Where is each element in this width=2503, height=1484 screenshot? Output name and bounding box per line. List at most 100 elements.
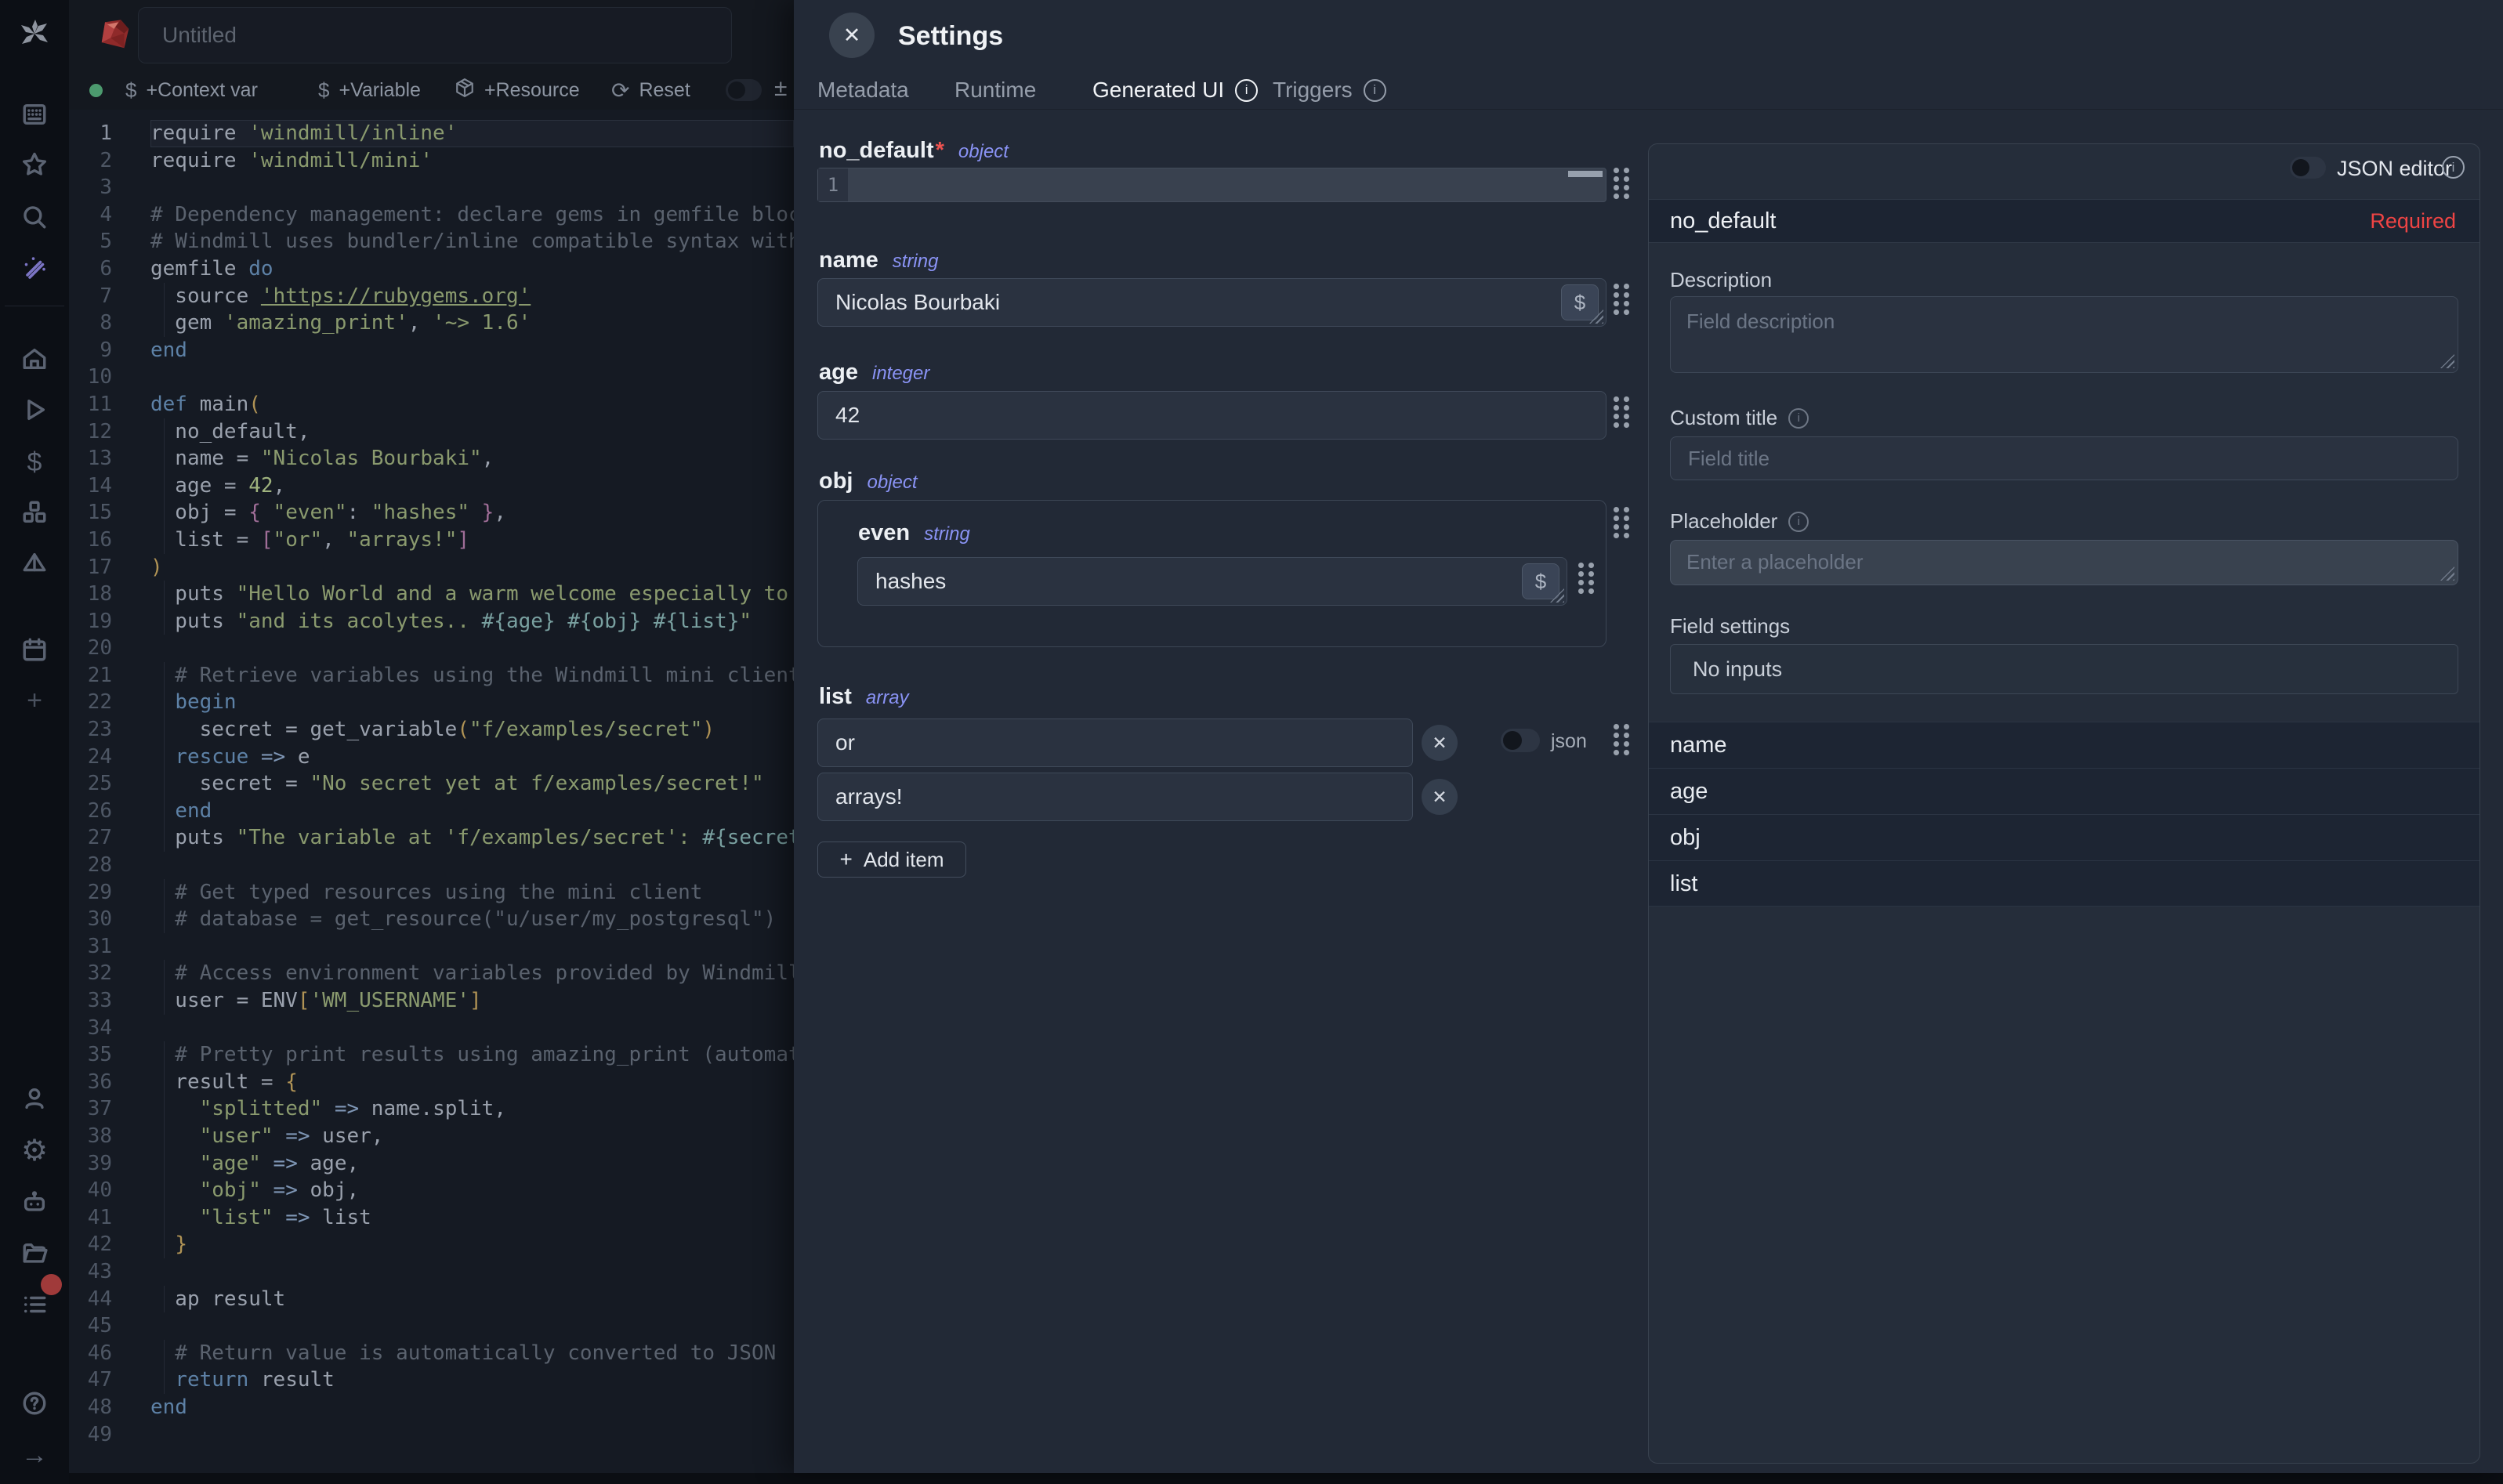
json-editor-toggle[interactable] bbox=[2290, 157, 2326, 179]
info-icon[interactable]: i bbox=[1788, 408, 1809, 429]
diff-toggle-button[interactable]: ± bbox=[774, 75, 787, 102]
play-icon[interactable] bbox=[0, 396, 69, 423]
code-line[interactable]: 36 result = { bbox=[69, 1069, 794, 1096]
add-resource-button[interactable]: +Resource bbox=[455, 71, 580, 110]
code-line[interactable]: 41 "list" => list bbox=[69, 1204, 794, 1232]
tab-metadata[interactable]: Metadata bbox=[817, 71, 909, 110]
add-variable-button[interactable]: $ +Variable bbox=[318, 71, 421, 110]
code-line[interactable]: 3 bbox=[69, 174, 794, 201]
code-editor[interactable]: 1require 'windmill/inline'2require 'wind… bbox=[69, 110, 794, 1473]
code-line[interactable]: 16 list = ["or", "arrays!"] bbox=[69, 527, 794, 554]
code-line[interactable]: 29 # Get typed resources using the mini … bbox=[69, 879, 794, 907]
code-line[interactable]: 2require 'windmill/mini' bbox=[69, 147, 794, 175]
code-line[interactable]: 8 gem 'amazing_print', '~> 1.6' bbox=[69, 309, 794, 337]
expand-arrow-icon[interactable]: → bbox=[0, 1442, 69, 1468]
schema-row-name[interactable]: name bbox=[1649, 722, 2479, 768]
code-line[interactable]: 33 user = ENV['WM_USERNAME'] bbox=[69, 987, 794, 1015]
calendar-icon[interactable] bbox=[0, 636, 69, 663]
apps-icon[interactable] bbox=[0, 101, 69, 128]
selected-field-header[interactable]: no_default Required bbox=[1649, 199, 2479, 243]
plus-icon[interactable]: + bbox=[0, 687, 69, 714]
schema-row-age[interactable]: age bbox=[1649, 768, 2479, 814]
pyramid-icon[interactable] bbox=[0, 550, 69, 577]
code-line[interactable]: 21 # Retrieve variables using the Windmi… bbox=[69, 662, 794, 690]
drag-handle-icon[interactable] bbox=[1611, 722, 1630, 757]
code-line[interactable]: 10 bbox=[69, 364, 794, 391]
code-line[interactable]: 39 "age" => age, bbox=[69, 1150, 794, 1178]
schema-row-list[interactable]: list bbox=[1649, 860, 2479, 907]
code-line[interactable]: 48end bbox=[69, 1394, 794, 1421]
code-line[interactable]: 17) bbox=[69, 554, 794, 581]
code-line[interactable]: 44 ap result bbox=[69, 1286, 794, 1313]
windmill-logo[interactable] bbox=[0, 18, 69, 49]
tab-triggers[interactable]: Triggersi bbox=[1273, 71, 1386, 110]
code-line[interactable]: 9end bbox=[69, 337, 794, 364]
drag-handle-icon[interactable] bbox=[1576, 561, 1595, 595]
name-field[interactable] bbox=[817, 278, 1606, 327]
schema-row-obj[interactable]: obj bbox=[1649, 814, 2479, 860]
home-icon[interactable] bbox=[0, 346, 69, 372]
list-item-field[interactable] bbox=[817, 718, 1413, 767]
insert-variable-button[interactable]: $ bbox=[1522, 563, 1559, 599]
insert-variable-button[interactable]: $ bbox=[1561, 284, 1599, 320]
code-line[interactable]: 43 bbox=[69, 1258, 794, 1286]
even-field[interactable] bbox=[857, 557, 1567, 606]
code-line[interactable]: 27 puts "The variable at 'f/examples/sec… bbox=[69, 824, 794, 852]
code-line[interactable]: 30 # database = get_resource("u/user/my_… bbox=[69, 906, 794, 933]
code-line[interactable]: 37 "splitted" => name.split, bbox=[69, 1095, 794, 1123]
info-icon[interactable]: i bbox=[2442, 156, 2465, 179]
gear-icon[interactable]: ⚙ bbox=[0, 1136, 69, 1166]
code-line[interactable]: 23 secret = get_variable("f/examples/sec… bbox=[69, 716, 794, 744]
drag-handle-icon[interactable] bbox=[1611, 166, 1630, 201]
code-line[interactable]: 18 puts "Hello World and a warm welcome … bbox=[69, 581, 794, 608]
json-toggle[interactable] bbox=[1501, 729, 1540, 752]
code-line[interactable]: 20 bbox=[69, 635, 794, 662]
code-line[interactable]: 40 "obj" => obj, bbox=[69, 1177, 794, 1204]
code-line[interactable]: 34 bbox=[69, 1015, 794, 1042]
code-line[interactable]: 7 source 'https://rubygems.org' bbox=[69, 283, 794, 310]
code-line[interactable]: 42 } bbox=[69, 1231, 794, 1258]
age-field[interactable] bbox=[817, 391, 1606, 440]
code-line[interactable]: 14 age = 42, bbox=[69, 472, 794, 500]
toolbar-toggle[interactable] bbox=[726, 79, 762, 101]
code-line[interactable]: 5# Windmill uses bundler/inline compatib… bbox=[69, 228, 794, 255]
code-line[interactable]: 1require 'windmill/inline' bbox=[69, 120, 794, 147]
code-line[interactable]: 32 # Access environment variables provid… bbox=[69, 960, 794, 987]
code-line[interactable]: 12 no_default, bbox=[69, 418, 794, 446]
code-line[interactable]: 26 end bbox=[69, 798, 794, 825]
code-line[interactable]: 35 # Pretty print results using amazing_… bbox=[69, 1041, 794, 1069]
add-context-var-button[interactable]: $ +Context var bbox=[125, 71, 258, 110]
description-textarea[interactable] bbox=[1670, 296, 2458, 373]
mini-scrollbar[interactable] bbox=[1568, 171, 1603, 177]
add-item-button[interactable]: + Add item bbox=[817, 842, 966, 878]
remove-item-icon[interactable]: ✕ bbox=[1422, 779, 1458, 815]
user-icon[interactable] bbox=[0, 1085, 69, 1112]
cubes-icon[interactable] bbox=[0, 499, 69, 526]
info-icon[interactable]: i bbox=[1235, 79, 1258, 102]
list-item-field[interactable] bbox=[817, 773, 1413, 821]
custom-title-input[interactable] bbox=[1670, 436, 2458, 480]
code-line[interactable]: 49 bbox=[69, 1421, 794, 1449]
code-line[interactable]: 19 puts "and its acolytes.. #{age} #{obj… bbox=[69, 608, 794, 635]
script-title-input[interactable] bbox=[138, 7, 732, 63]
code-line[interactable]: 4# Dependency management: declare gems i… bbox=[69, 201, 794, 229]
tab-generated-ui[interactable]: Generated UIi bbox=[1092, 71, 1258, 110]
code-line[interactable]: 38 "user" => user, bbox=[69, 1123, 794, 1150]
code-line[interactable]: 25 secret = "No secret yet at f/examples… bbox=[69, 770, 794, 798]
bot-icon[interactable] bbox=[0, 1189, 69, 1215]
folder-icon[interactable] bbox=[0, 1240, 69, 1267]
close-icon[interactable]: ✕ bbox=[829, 13, 875, 58]
search-icon[interactable] bbox=[0, 204, 69, 230]
help-icon[interactable] bbox=[0, 1390, 69, 1417]
no-default-json-input[interactable]: 1 bbox=[817, 168, 1606, 202]
dollar-icon[interactable]: $ bbox=[0, 448, 69, 476]
star-icon[interactable] bbox=[0, 151, 69, 178]
code-line[interactable]: 11def main( bbox=[69, 391, 794, 418]
tab-runtime[interactable]: Runtime bbox=[954, 71, 1036, 110]
code-line[interactable]: 28 bbox=[69, 852, 794, 879]
drag-handle-icon[interactable] bbox=[1611, 395, 1630, 429]
code-line[interactable]: 47 return result bbox=[69, 1366, 794, 1394]
placeholder-textarea[interactable] bbox=[1670, 540, 2458, 585]
drag-handle-icon[interactable] bbox=[1611, 282, 1630, 317]
reset-button[interactable]: ⟳ Reset bbox=[611, 71, 690, 110]
